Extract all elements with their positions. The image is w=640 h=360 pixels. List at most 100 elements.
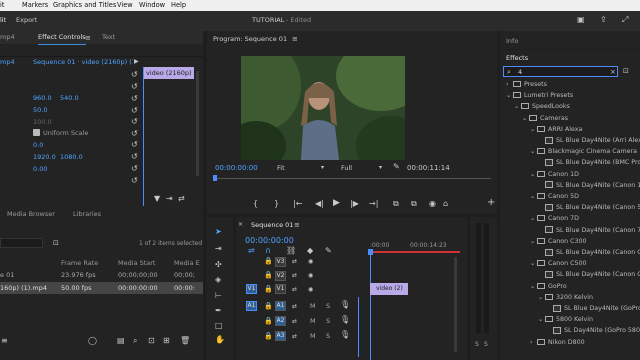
track-label-v3[interactable]: V3 [275, 257, 286, 267]
effects-tree-item[interactable]: SL Blue Day4Nite (Canon C300) [500, 247, 640, 258]
reset-icon[interactable]: ↺ [131, 165, 138, 173]
sync-lock-icon[interactable]: ⇄ [292, 303, 297, 311]
step-forward-icon[interactable]: |▶ [350, 200, 359, 208]
chevron-down-icon[interactable]: ⌄ [522, 113, 529, 124]
tab-source[interactable]: mp4 [0, 31, 15, 44]
button-editor-icon[interactable]: ⌂ [443, 200, 448, 208]
track-label-v1[interactable]: V1 [275, 284, 286, 294]
step-back-icon[interactable]: ◀| [315, 200, 324, 208]
chevron-down-icon[interactable]: ⌄ [538, 314, 545, 325]
tab-media-browser[interactable]: Media Browser [7, 210, 55, 218]
effects-tree-item[interactable]: SL Blue Day4Nite (GoPro 3 [500, 303, 640, 314]
lock-icon[interactable]: 🔒 [264, 317, 273, 325]
track-label-a1[interactable]: A1 [275, 301, 286, 311]
effects-tree-item[interactable]: ⌄ Lumetri Presets [500, 90, 573, 101]
microphone-icon[interactable]: 🎙 [340, 331, 350, 339]
effects-tree-item[interactable]: ⌄ GoPro [500, 281, 567, 292]
track-label-a3[interactable]: A3 [275, 331, 286, 341]
eye-icon[interactable]: ◉ [308, 272, 313, 280]
solo-right[interactable]: S [484, 341, 488, 348]
track-label-a2[interactable]: A2 [275, 316, 286, 326]
timeline-video-clip[interactable]: video (2) [370, 283, 408, 295]
mini-timeline[interactable] [215, 178, 491, 179]
workspaces-icon[interactable]: ▣ [577, 16, 585, 24]
chevron-right-icon[interactable]: › [506, 79, 513, 90]
menu-item-view[interactable]: View [117, 0, 133, 11]
sync-lock-icon[interactable]: ⇄ [292, 272, 297, 280]
effects-tree-item[interactable]: ⌄ Blackmagic Cinema Camera [500, 146, 637, 157]
go-to-in-icon[interactable]: |← [293, 200, 302, 208]
chevron-down-icon[interactable]: ▾ [321, 164, 324, 172]
share-icon[interactable]: ⇪ [600, 16, 607, 24]
trash-icon[interactable]: 🗑 [180, 337, 190, 345]
chevron-down-icon[interactable]: ⌄ [514, 101, 521, 112]
effects-tree-item[interactable]: › Nikon D800 [500, 337, 585, 348]
mute-button[interactable]: M [310, 317, 316, 325]
lock-icon[interactable]: 🔒 [264, 271, 273, 279]
effects-tree-item[interactable]: ⌄ ARRI Alexa [500, 124, 582, 135]
effects-tree-item[interactable]: ⌄ Canon C300 [500, 236, 587, 247]
marker-icon[interactable]: ◆ [307, 247, 313, 255]
table-row[interactable]: 160p) (1).mp4 50.00 fps 00:00:00:00 00:0… [0, 282, 203, 294]
timeline-playhead[interactable] [370, 255, 371, 360]
ec-scrollbar[interactable] [196, 71, 199, 176]
reset-icon[interactable]: ↺ [131, 118, 138, 126]
lock-icon[interactable]: 🔒 [264, 302, 273, 310]
solo-button[interactable]: S [326, 332, 330, 340]
lock-icon[interactable]: 🔒 [264, 285, 273, 293]
tab-effect-controls[interactable]: Effect Controls [38, 31, 86, 45]
effects-tree-item[interactable]: ⌄ Canon 1D [500, 169, 579, 180]
snap-icon[interactable]: ∩ [265, 247, 271, 255]
solo-left[interactable]: S [475, 341, 479, 348]
slip-icon[interactable]: ⊢ [215, 292, 222, 300]
ripple-edit-icon[interactable]: ✣ [215, 261, 222, 269]
mark-out-icon[interactable]: } [274, 200, 279, 208]
tab-edit[interactable]: lit [0, 16, 6, 24]
anchor-x-value[interactable]: 1920.0 [33, 153, 56, 161]
microphone-icon[interactable]: 🎙 [340, 301, 350, 309]
hand-icon[interactable]: ✋ [215, 336, 225, 344]
loop-icon[interactable]: ⇄ [178, 195, 185, 203]
timeline-tab[interactable]: Sequence 01 [251, 221, 293, 229]
info-title[interactable]: Info [506, 37, 518, 45]
rotation-value[interactable]: 0.0 [33, 141, 43, 149]
menu-item-window[interactable]: Window [139, 0, 165, 11]
play-icon[interactable]: ▶ [333, 199, 340, 208]
col-media-start[interactable]: Media Start [118, 259, 155, 267]
sort-icon[interactable]: ▤ [117, 337, 125, 345]
effects-tree-item[interactable]: SL Blue Day4Nite (Canon C500) [500, 269, 640, 280]
anchor-y-value[interactable]: 1080.0 [60, 153, 83, 161]
mute-button[interactable]: M [310, 302, 316, 310]
scale-value[interactable]: 50.0 [33, 106, 47, 114]
chevron-down-icon[interactable]: ⌄ [530, 191, 537, 202]
eye-icon[interactable]: ◉ [308, 286, 313, 294]
chevron-down-icon[interactable]: ⌄ [530, 213, 537, 224]
sync-lock-icon[interactable]: ⇄ [292, 333, 297, 341]
chevron-down-icon[interactable]: ⌄ [530, 124, 537, 135]
chevron-down-icon[interactable]: ▾ [379, 164, 382, 172]
effects-tree-item[interactable]: SL Blue Day4Nite (Canon 7D) [500, 225, 640, 236]
menu-icon[interactable]: ≡ [292, 35, 298, 43]
sync-lock-icon[interactable]: ⇄ [292, 258, 297, 266]
menu-item-graphics[interactable]: Graphics and Titles [53, 0, 116, 11]
export-frame-icon[interactable]: ◉ [429, 200, 436, 208]
list-view-icon[interactable]: ≡ [1, 337, 8, 345]
work-area-bar[interactable] [370, 251, 460, 253]
effects-tree-item[interactable]: SL Blue Day4Nite (BMC Prolo [500, 157, 640, 168]
project-search-input[interactable] [0, 238, 43, 248]
plus-icon[interactable]: + [487, 198, 495, 208]
wrench-icon[interactable]: ✎ [393, 163, 400, 171]
solo-button[interactable]: S [326, 317, 330, 325]
uniform-scale-checkbox[interactable] [33, 129, 40, 136]
zoom-slider-icon[interactable]: ◯ [88, 337, 97, 345]
rectangle-icon[interactable]: □ [215, 322, 223, 330]
reset-icon[interactable]: ↺ [131, 107, 138, 115]
source-patch-a1[interactable]: A1 [246, 301, 257, 311]
effects-tree-item[interactable]: ⌄ Canon C500 [500, 258, 587, 269]
clip-bar[interactable]: video (2160p) (1) [144, 67, 194, 79]
effects-tree-item[interactable]: ⌄ Canon 5D [500, 191, 579, 202]
new-bin-icon[interactable]: ⊡ [53, 239, 59, 247]
effects-tree-item[interactable]: ⌄ 5800 Kelvin [500, 314, 593, 325]
linked-selection-icon[interactable]: ⛓ [286, 247, 296, 255]
anti-flicker-value[interactable]: 0.00 [33, 165, 47, 173]
